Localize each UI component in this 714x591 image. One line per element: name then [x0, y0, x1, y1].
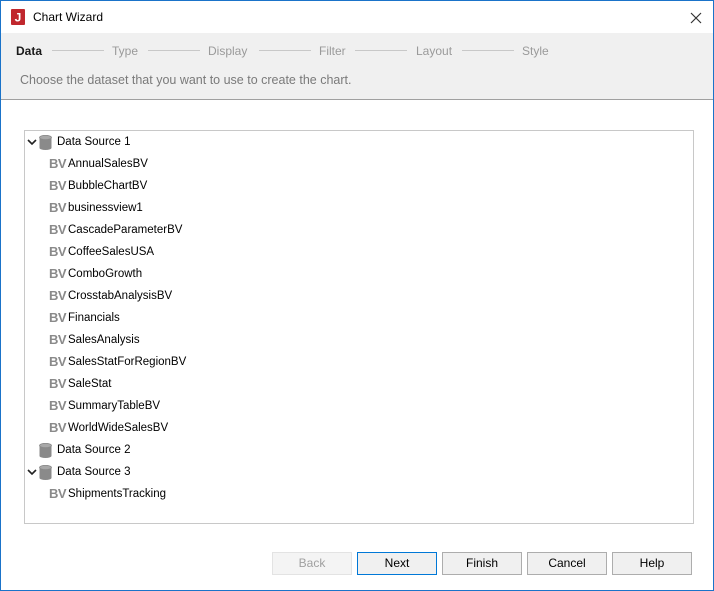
business-view-icon: BV: [49, 156, 67, 171]
chart-wizard-dialog: J Chart Wizard Data Type Display Filter …: [0, 0, 714, 591]
step-separator: [148, 50, 200, 51]
tree-node-label: WorldWideSalesBV: [68, 422, 169, 434]
chevron-down-icon[interactable]: [27, 467, 37, 477]
tree-node-label: SummaryTableBV: [68, 400, 161, 412]
dataset-tree[interactable]: Data Source 1 BV AnnualSalesBV BV BubbleChar…: [24, 130, 694, 524]
help-button[interactable]: Help: [612, 552, 692, 575]
step-separator: [52, 50, 104, 51]
tree-node-business-view[interactable]: BV CascadeParameterBV: [49, 220, 349, 240]
window-title: Chart Wizard: [33, 10, 104, 24]
tree-node-business-view[interactable]: BV SalesAnalysis: [49, 330, 349, 350]
step-separator: [259, 50, 311, 51]
step-separator: [462, 50, 514, 51]
step-layout[interactable]: Layout: [416, 44, 452, 58]
tree-node-label: Data Source 1: [57, 136, 131, 148]
close-icon[interactable]: [685, 7, 707, 29]
tree-node-business-view[interactable]: BV CoffeeSalesUSA: [49, 242, 349, 262]
tree-node-label: Data Source 3: [57, 466, 131, 478]
tree-node-business-view[interactable]: BV BubbleChartBV: [49, 176, 349, 196]
database-icon: [39, 465, 52, 480]
tree-node-label: AnnualSalesBV: [68, 158, 148, 170]
tree-node-label: BubbleChartBV: [68, 180, 148, 192]
business-view-icon: BV: [49, 200, 67, 215]
chevron-down-icon[interactable]: [27, 137, 37, 147]
business-view-icon: BV: [49, 178, 67, 193]
tree-node-label: businessview1: [68, 202, 143, 214]
step-separator: [355, 50, 407, 51]
tree-node-business-view[interactable]: BV SaleStat: [49, 374, 349, 394]
tree-node-business-view[interactable]: BV CrosstabAnalysisBV: [49, 286, 349, 306]
tree-node-business-view[interactable]: BV ShipmentsTracking: [49, 484, 349, 504]
business-view-icon: BV: [49, 222, 67, 237]
business-view-icon: BV: [49, 398, 67, 413]
app-logo-icon: J: [11, 9, 25, 25]
tree-node-label: ShipmentsTracking: [68, 488, 167, 500]
tree-node-business-view[interactable]: BV WorldWideSalesBV: [49, 418, 349, 438]
tree-node-business-view[interactable]: BV businessview1: [49, 198, 349, 218]
tree-node-label: Data Source 2: [57, 444, 131, 456]
svg-text:J: J: [15, 11, 22, 25]
tree-node-business-view[interactable]: BV AnnualSalesBV: [49, 154, 349, 174]
tree-node-business-view[interactable]: BV SummaryTableBV: [49, 396, 349, 416]
finish-button[interactable]: Finish: [442, 552, 522, 575]
tree-node-label: CrosstabAnalysisBV: [68, 290, 173, 302]
tree-node-label: SalesAnalysis: [68, 334, 140, 346]
business-view-icon: BV: [49, 266, 67, 281]
tree-node-data-source[interactable]: Data Source 3: [27, 462, 327, 482]
step-display[interactable]: Display: [208, 44, 247, 58]
instruction-text: Choose the dataset that you want to use …: [20, 73, 352, 87]
tree-node-label: ComboGrowth: [68, 268, 143, 280]
next-button[interactable]: Next: [357, 552, 437, 575]
step-data[interactable]: Data: [16, 44, 42, 58]
step-style[interactable]: Style: [522, 44, 549, 58]
business-view-icon: BV: [49, 244, 67, 259]
database-icon: [39, 443, 52, 458]
tree-node-business-view[interactable]: BV SalesStatForRegionBV: [49, 352, 349, 372]
title-bar: J Chart Wizard: [1, 1, 713, 33]
tree-node-data-source[interactable]: Data Source 2: [27, 440, 327, 460]
tree-node-label: SaleStat: [68, 378, 112, 390]
business-view-icon: BV: [49, 332, 67, 347]
tree-node-label: CascadeParameterBV: [68, 224, 183, 236]
tree-node-data-source[interactable]: Data Source 1: [27, 132, 327, 152]
business-view-icon: BV: [49, 354, 67, 369]
tree-node-label: CoffeeSalesUSA: [68, 246, 155, 258]
wizard-header: Data Type Display Filter Layout Style Ch…: [1, 33, 713, 100]
business-view-icon: BV: [49, 310, 67, 325]
tree-node-business-view[interactable]: BV ComboGrowth: [49, 264, 349, 284]
step-filter[interactable]: Filter: [319, 44, 346, 58]
tree-node-label: SalesStatForRegionBV: [68, 356, 187, 368]
business-view-icon: BV: [49, 486, 67, 501]
back-button[interactable]: Back: [272, 552, 352, 575]
business-view-icon: BV: [49, 376, 67, 391]
tree-node-business-view[interactable]: BV Financials: [49, 308, 349, 328]
tree-node-label: Financials: [68, 312, 120, 324]
database-icon: [39, 135, 52, 150]
cancel-button[interactable]: Cancel: [527, 552, 607, 575]
business-view-icon: BV: [49, 420, 67, 435]
step-type[interactable]: Type: [112, 44, 138, 58]
business-view-icon: BV: [49, 288, 67, 303]
